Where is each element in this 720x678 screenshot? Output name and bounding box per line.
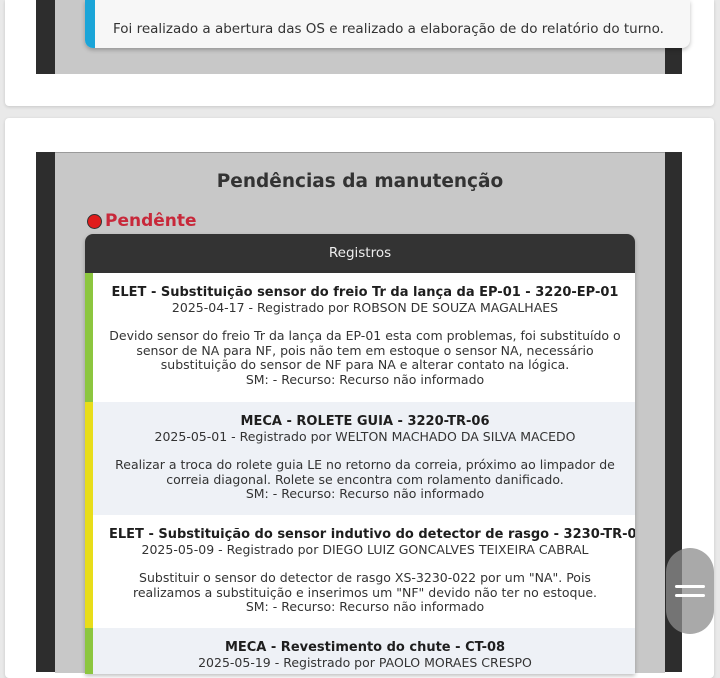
floating-menu-button[interactable] [666,548,714,634]
hamburger-menu-icon [675,585,705,588]
entry-meta: 2025-05-01 - Registrado por WELTON MACHA… [154,429,576,444]
note-accent-stripe [85,0,95,48]
entry-description: Realizar a troca do rolete guia LE no re… [115,457,615,487]
entry-accent-stripe [85,515,93,628]
section-title: Pendências da manutenção [216,171,504,192]
list-item[interactable]: MECA - Revestimento do chute - CT-08 202… [85,628,635,674]
entry-title: ELET - Substituição sensor do freio Tr d… [111,285,619,300]
registros-header: Registros [85,234,635,273]
entry-title: ELET - Substituição do sensor indutivo d… [109,527,635,542]
report-note-text: Foi realizado a abertura das OS e realiz… [113,21,664,37]
report-note-card: Foi realizado a abertura das OS e realiz… [85,0,690,48]
entry-meta: 2025-04-17 - Registrado por ROBSON DE SO… [171,300,559,315]
entry-resource: SM: - Recurso: Recurso não informado [245,371,485,387]
list-item[interactable]: ELET - Substituição do sensor indutivo d… [85,515,635,628]
registros-list: Registros ELET - Substituição sensor do … [85,234,635,674]
status-label: Pendênte [105,211,197,231]
status-indicator: Pendênte [87,211,197,231]
hamburger-menu-icon [675,594,705,597]
entry-description: Substituir o sensor do detector de rasgo… [132,570,598,600]
entry-resource: SM: - Recurso: Recurso não informado [245,599,485,615]
previous-report-panel: 0038 Foi realizado a abertura das OS e r… [55,0,690,74]
entry-accent-stripe [85,628,93,674]
entry-description: Devido sensor do freio Tr da lança da EP… [109,328,621,373]
entry-title: MECA - Revestimento do chute - CT-08 [224,640,506,655]
entry-accent-stripe [85,402,93,515]
status-dot-icon [87,213,102,229]
entry-accent-stripe [85,273,93,402]
entry-title: MECA - ROLETE GUIA - 3220-TR-06 [240,414,490,429]
entry-meta: 2025-05-09 - Registrado por DIEGO LUIZ G… [141,542,589,557]
entry-meta: 2025-05-19 - Registrado por PAOLO MORAES… [198,655,532,670]
list-item[interactable]: MECA - ROLETE GUIA - 3220-TR-06 2025-05-… [85,402,635,515]
list-item[interactable]: ELET - Substituição sensor do freio Tr d… [85,273,635,402]
entry-resource: SM: - Recurso: Recurso não informado [245,486,485,502]
maintenance-panel: Pendências da manutenção Pendênte Regist… [55,152,665,674]
